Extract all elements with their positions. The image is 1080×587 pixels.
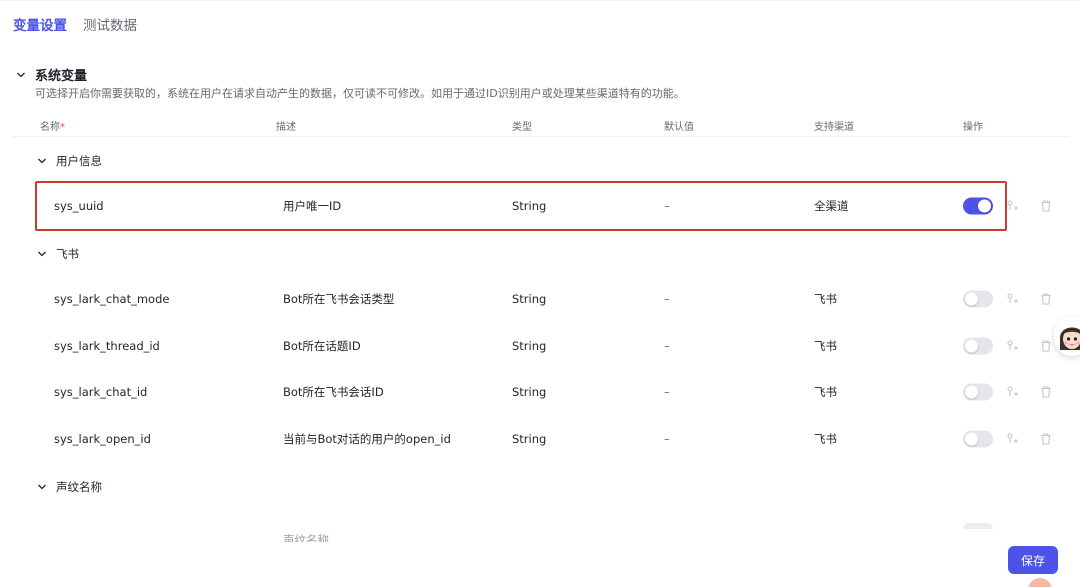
variable-description: Bot所在话题ID [283, 339, 361, 353]
delete-icon[interactable] [1039, 339, 1053, 353]
variable-description: 当前与Bot对话的用户的open_id [283, 432, 451, 446]
variable-type: String [512, 292, 547, 306]
section-title: 系统变量 [35, 69, 88, 84]
enable-toggle[interactable] [963, 383, 993, 401]
table-row: sys_lark_chat_id Bot所在飞书会话ID String – 飞书 [13, 370, 1070, 414]
table-row: sys_lark_open_id 当前与Bot对话的用户的open_id Str… [13, 417, 1070, 461]
link-variable-icon[interactable] [1006, 292, 1020, 306]
required-mark: * [60, 122, 65, 133]
chevron-down-icon [17, 72, 25, 77]
variable-default: – [664, 199, 670, 213]
link-variable-icon[interactable] [1006, 339, 1020, 353]
delete-icon[interactable] [1039, 292, 1053, 306]
section-toggle-system-variables[interactable]: 系统变量 [16, 65, 87, 84]
variable-channel: 飞书 [814, 339, 837, 353]
table-row: sys_uuid 用户唯一ID String – 全渠道 [13, 184, 1070, 228]
save-button[interactable]: 保存 [1008, 546, 1058, 574]
variable-description: 用户唯一ID [283, 199, 342, 213]
variable-channel: 飞书 [814, 292, 837, 306]
tab-variable-settings[interactable]: 变量设置 [13, 14, 67, 34]
table-row-partial: 声纹名称 [13, 518, 1070, 542]
variable-default: – [664, 339, 670, 353]
delete-icon[interactable] [1039, 199, 1053, 213]
corner-avatar [1028, 578, 1052, 587]
variable-type: String [512, 385, 547, 399]
variable-name: sys_lark_thread_id [54, 339, 160, 353]
column-header-default: 默认值 [664, 122, 694, 133]
tab-bar: 变量设置 测试数据 [13, 14, 137, 34]
variable-default: – [664, 385, 670, 399]
variable-name: sys_lark_open_id [54, 432, 151, 446]
variable-default: – [664, 432, 670, 446]
variable-name: sys_lark_chat_mode [54, 292, 170, 306]
enable-toggle[interactable] [963, 430, 993, 448]
variable-description: Bot所在飞书会话ID [283, 385, 384, 399]
variable-description: 声纹名称 [283, 533, 329, 542]
variable-name: sys_uuid [54, 199, 104, 213]
variable-channel: 飞书 [814, 432, 837, 446]
group-toggle-voiceprint[interactable]: 声纹名称 [37, 479, 102, 495]
chevron-down-icon [38, 158, 46, 164]
column-header-name: 名称* [40, 122, 65, 133]
assistant-avatar[interactable] [1054, 316, 1080, 356]
chevron-down-icon [38, 484, 46, 490]
column-header-channel: 支持渠道 [814, 122, 854, 133]
variable-default: – [664, 292, 670, 306]
variable-type: String [512, 339, 547, 353]
link-variable-icon[interactable] [1006, 385, 1020, 399]
enable-toggle[interactable] [963, 290, 993, 308]
column-header-type: 类型 [512, 122, 532, 133]
group-label: 飞书 [56, 247, 79, 261]
variable-channel: 飞书 [814, 385, 837, 399]
group-toggle-user-info[interactable]: 用户信息 [37, 153, 102, 169]
tab-test-data[interactable]: 测试数据 [83, 14, 137, 34]
column-header-description: 描述 [276, 122, 296, 133]
chevron-down-icon [38, 251, 46, 257]
top-border [0, 0, 1080, 1]
delete-icon[interactable] [1039, 385, 1053, 399]
column-header-actions: 操作 [963, 122, 983, 133]
enable-toggle[interactable] [963, 337, 993, 355]
group-label: 声纹名称 [56, 480, 102, 494]
enable-toggle-partial[interactable] [963, 523, 993, 529]
table-row: sys_lark_thread_id Bot所在话题ID String – 飞书 [13, 324, 1070, 368]
link-variable-icon[interactable] [1006, 432, 1020, 446]
group-toggle-lark[interactable]: 飞书 [37, 246, 79, 262]
enable-toggle[interactable] [963, 197, 993, 215]
variable-channel: 全渠道 [814, 199, 849, 213]
table-header: 名称* 描述 类型 默认值 支持渠道 操作 [13, 116, 1070, 137]
group-label: 用户信息 [56, 154, 102, 168]
delete-icon[interactable] [1039, 432, 1053, 446]
variable-type: String [512, 432, 547, 446]
link-variable-icon[interactable] [1006, 199, 1020, 213]
variable-type: String [512, 199, 547, 213]
avatar-face-icon [1054, 316, 1080, 356]
section-description: 可选择开启你需要获取的，系统在用户在请求自动产生的数据，仅可读不可修改。如用于通… [35, 87, 685, 100]
variable-description: Bot所在飞书会话类型 [283, 292, 395, 306]
table-row: sys_lark_chat_mode Bot所在飞书会话类型 String – … [13, 277, 1070, 321]
variable-name: sys_lark_chat_id [54, 385, 148, 399]
